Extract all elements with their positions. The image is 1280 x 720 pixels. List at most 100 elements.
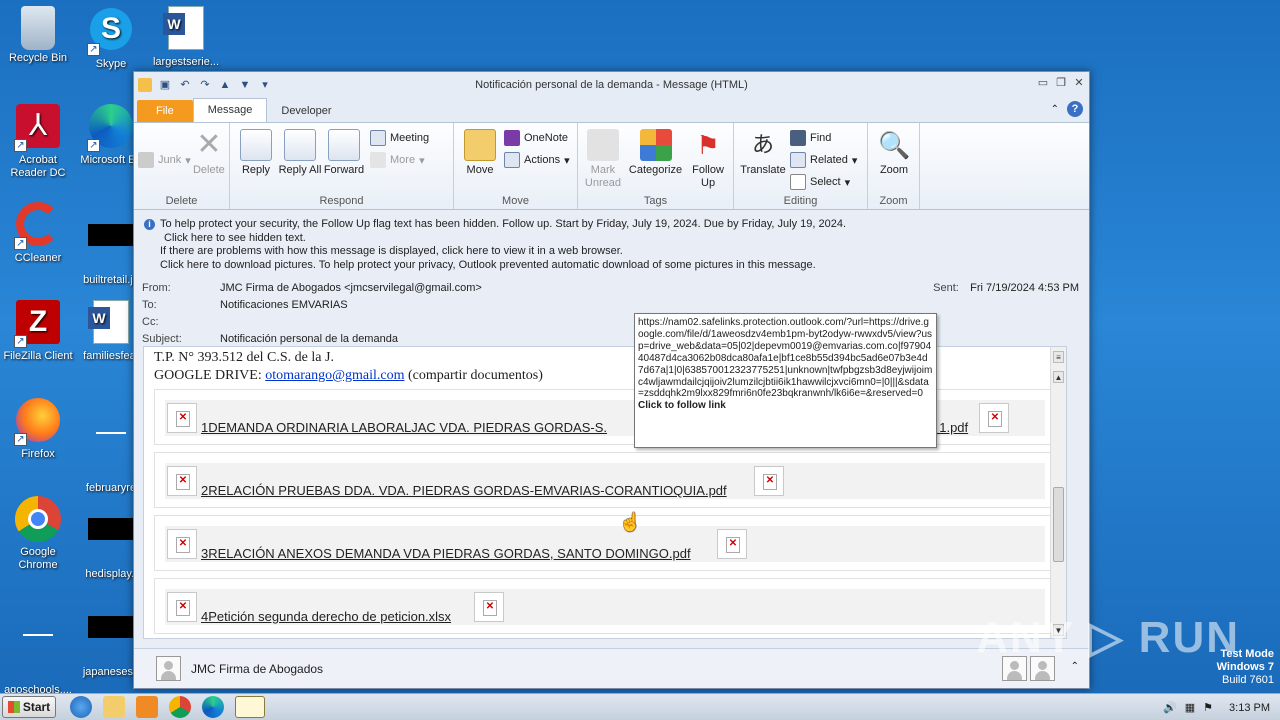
mark-unread-button[interactable]: Mark Unread [582, 127, 624, 190]
to-row: To: Notificaciones EMVARIAS [142, 297, 1081, 314]
delete-x-icon: ✕ [196, 128, 222, 161]
broken-image-icon [717, 529, 747, 559]
desktop-icon-skype[interactable]: S ↗ Skype [73, 6, 149, 71]
link-tooltip: https://nam02.safelinks.protection.outlo… [634, 313, 937, 448]
desktop-icon-recycle-bin[interactable]: Recycle Bin [0, 6, 76, 65]
info-bar[interactable]: i To help protect your security, the Foll… [134, 214, 1089, 278]
desktop-icon-filezilla[interactable]: Z ↗ FileZilla Client [0, 300, 76, 363]
people-pane: JMC Firma de Abogados ⌃ [134, 648, 1089, 688]
blank-file-icon [14, 634, 62, 682]
reply-button[interactable]: Reply [234, 127, 278, 177]
clock[interactable]: 3:13 PM [1229, 702, 1270, 714]
people-pane-name[interactable]: JMC Firma de Abogados [191, 662, 323, 676]
zoom-button[interactable]: 🔍 Zoom [872, 127, 916, 177]
cc-row: Cc: [142, 316, 159, 328]
up-arrow-icon[interactable]: ▲ [218, 78, 232, 92]
info-line-3[interactable]: If there are problems with how this mess… [144, 245, 1079, 259]
attachment-link-tail[interactable]: f 1.pdf [932, 420, 968, 435]
translate-icon: あ [751, 132, 774, 157]
attachment-link[interactable]: 1DEMANDA ORDINARIA LABORALJAC VDA. PIEDR… [201, 420, 607, 435]
speaker-icon[interactable]: 🔊 [1163, 701, 1177, 714]
broken-image-icon [167, 403, 197, 433]
group-tags: Mark Unread Categorize ⚑ Follow Up Tags [578, 123, 734, 209]
meeting-button[interactable]: Meeting [370, 127, 429, 149]
calendar-icon [370, 130, 386, 146]
edge-taskbar-icon[interactable] [202, 696, 224, 718]
follow-up-button[interactable]: ⚑ Follow Up [687, 127, 729, 190]
info-line-1[interactable]: i To help protect your security, the Foll… [144, 218, 1079, 232]
black-file-icon [87, 616, 135, 664]
scroll-thumb[interactable] [1053, 487, 1064, 562]
desktop-icon-ccleaner[interactable]: ↗ CCleaner [0, 202, 76, 265]
info-line-4[interactable]: Click here to download pictures. To help… [144, 259, 1079, 273]
group-label-respond: Respond [319, 195, 364, 207]
minimize-button[interactable]: ▭ [1037, 77, 1049, 89]
related-button[interactable]: Related ▾ [790, 149, 857, 171]
magnifier-icon: 🔍 [878, 130, 911, 160]
customize-qat-icon[interactable]: ▾ [258, 78, 272, 92]
select-button[interactable]: Select ▾ [790, 171, 857, 193]
media-player-taskbar-icon[interactable] [136, 696, 158, 718]
reply-all-icon [284, 129, 316, 161]
undo-icon[interactable]: ↶ [178, 78, 192, 92]
word-document-icon: W [87, 300, 135, 348]
message-window: ▣ ↶ ↷ ▲ ▼ ▾ Notificación personal de la … [133, 71, 1090, 689]
attachment-row: 3RELACIÓN ANEXOS DEMANDA VDA PIEDRAS GOR… [154, 515, 1056, 571]
scroll-up-arrow-icon[interactable]: ▲ [1053, 371, 1064, 383]
translate-button[interactable]: あ Translate [738, 127, 788, 193]
move-button[interactable]: Move [458, 127, 502, 177]
delete-button[interactable]: ✕ Delete [193, 127, 225, 177]
minimize-ribbon-icon[interactable]: ⌃ [1051, 104, 1059, 115]
vertical-scrollbar[interactable]: ≡ ▲ ▼ [1050, 347, 1066, 638]
tab-file[interactable]: File [137, 100, 193, 122]
more-icon [370, 152, 386, 168]
find-button[interactable]: Find [790, 127, 857, 149]
forward-icon [328, 129, 360, 161]
categorize-button[interactable]: Categorize [628, 127, 683, 190]
desktop-icon-chrome[interactable]: Google Chrome [0, 496, 76, 572]
chrome-taskbar-icon[interactable] [169, 696, 191, 718]
ie-taskbar-icon[interactable] [70, 696, 92, 718]
to-value[interactable]: Notificaciones EMVARIAS [220, 297, 348, 314]
group-label-zoom: Zoom [879, 195, 908, 207]
window-title: Notificación personal de la demanda - Me… [475, 79, 748, 91]
desktop-icon-firefox[interactable]: ↗ Firefox [0, 398, 76, 461]
start-button[interactable]: Start [2, 696, 56, 718]
actions-button[interactable]: Actions ▾ [504, 149, 570, 171]
junk-button[interactable]: Junk ▾ [138, 149, 191, 171]
tab-developer[interactable]: Developer [267, 100, 345, 122]
desktop-icon-agoschools[interactable]: agoschools.... [0, 594, 76, 697]
restore-button[interactable]: ❐ [1055, 77, 1067, 89]
outlook-taskbar-icon[interactable] [235, 696, 265, 718]
down-arrow-icon[interactable]: ▼ [238, 78, 252, 92]
reply-all-button[interactable]: Reply All [278, 127, 322, 177]
desktop-icon-largestserie[interactable]: W largestserie... [148, 6, 224, 69]
attachment-link[interactable]: 2RELACIÓN PRUEBAS DDA. VDA. PIEDRAS GORD… [201, 483, 727, 498]
attachment-link[interactable]: 3RELACIÓN ANEXOS DEMANDA VDA PIEDRAS GOR… [201, 546, 691, 561]
save-icon[interactable]: ▣ [158, 78, 172, 92]
person-icon [156, 656, 181, 681]
desktop-icon-acrobat[interactable]: ⅄ ↗ Acrobat Reader DC [0, 104, 76, 180]
explorer-taskbar-icon[interactable] [103, 696, 125, 718]
more-respond-button[interactable]: More ▾ [370, 149, 429, 171]
close-button[interactable]: ✕ [1073, 77, 1085, 89]
info-line-2[interactable]: Click here to see hidden text. [144, 232, 1079, 246]
help-icon[interactable]: ? [1067, 101, 1083, 117]
chrome-icon [14, 496, 62, 544]
forward-button[interactable]: Forward [322, 127, 366, 177]
attachment-link[interactable]: 4Petición segunda derecho de peticion.xl… [201, 609, 451, 624]
drive-email-link[interactable]: otomarango@gmail.com [265, 368, 404, 383]
anyrun-watermark: ANY ▷ RUN [976, 613, 1240, 662]
from-value[interactable]: JMC Firma de Abogados <jmcservilegal@gma… [220, 280, 482, 297]
mark-unread-icon [586, 129, 619, 161]
onenote-button[interactable]: OneNote [504, 127, 570, 149]
tab-message[interactable]: Message [192, 98, 268, 122]
message-headers: From: JMC Firma de Abogados <jmcservilega… [134, 278, 1089, 346]
action-center-flag-icon[interactable]: ⚑ [1203, 701, 1213, 714]
network-icon[interactable]: ▦ [1185, 701, 1195, 714]
scroll-option-icon[interactable]: ≡ [1053, 351, 1064, 363]
broken-image-icon [979, 403, 1009, 433]
redo-icon[interactable]: ↷ [198, 78, 212, 92]
binoculars-icon [790, 130, 806, 146]
group-respond: Reply Reply All Forward Meeting More ▾ R… [230, 123, 454, 209]
